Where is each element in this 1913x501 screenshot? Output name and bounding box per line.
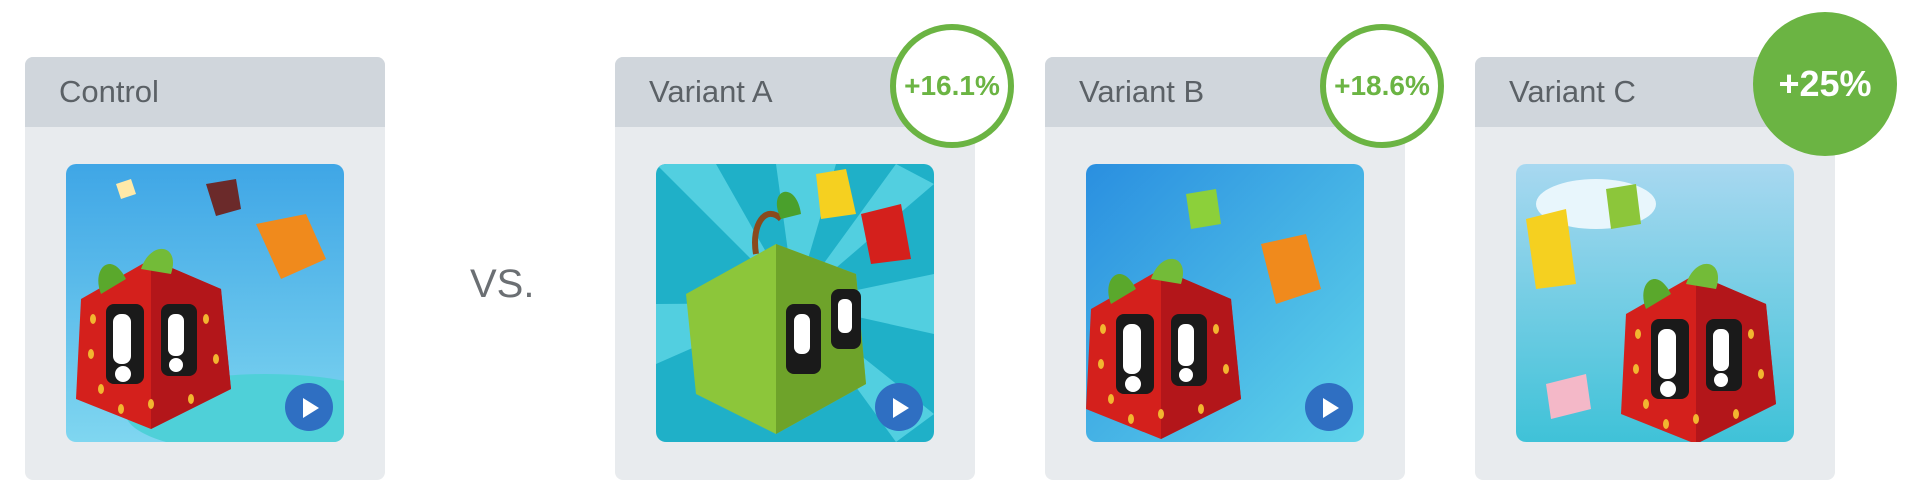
- apple-cube-game-icon: [656, 164, 934, 442]
- uplift-badge: +18.6%: [1320, 24, 1444, 148]
- strawberry-cube-game-icon: [1086, 164, 1364, 442]
- card-title: Control: [25, 57, 385, 127]
- vs-label: VS.: [470, 262, 535, 306]
- strawberry-cube-game-icon: [1516, 164, 1794, 442]
- uplift-badge: +25%: [1753, 12, 1897, 156]
- strawberry-cube-game-icon: [66, 164, 344, 442]
- uplift-badge: +16.1%: [890, 24, 1014, 148]
- control-card: Control: [25, 57, 385, 480]
